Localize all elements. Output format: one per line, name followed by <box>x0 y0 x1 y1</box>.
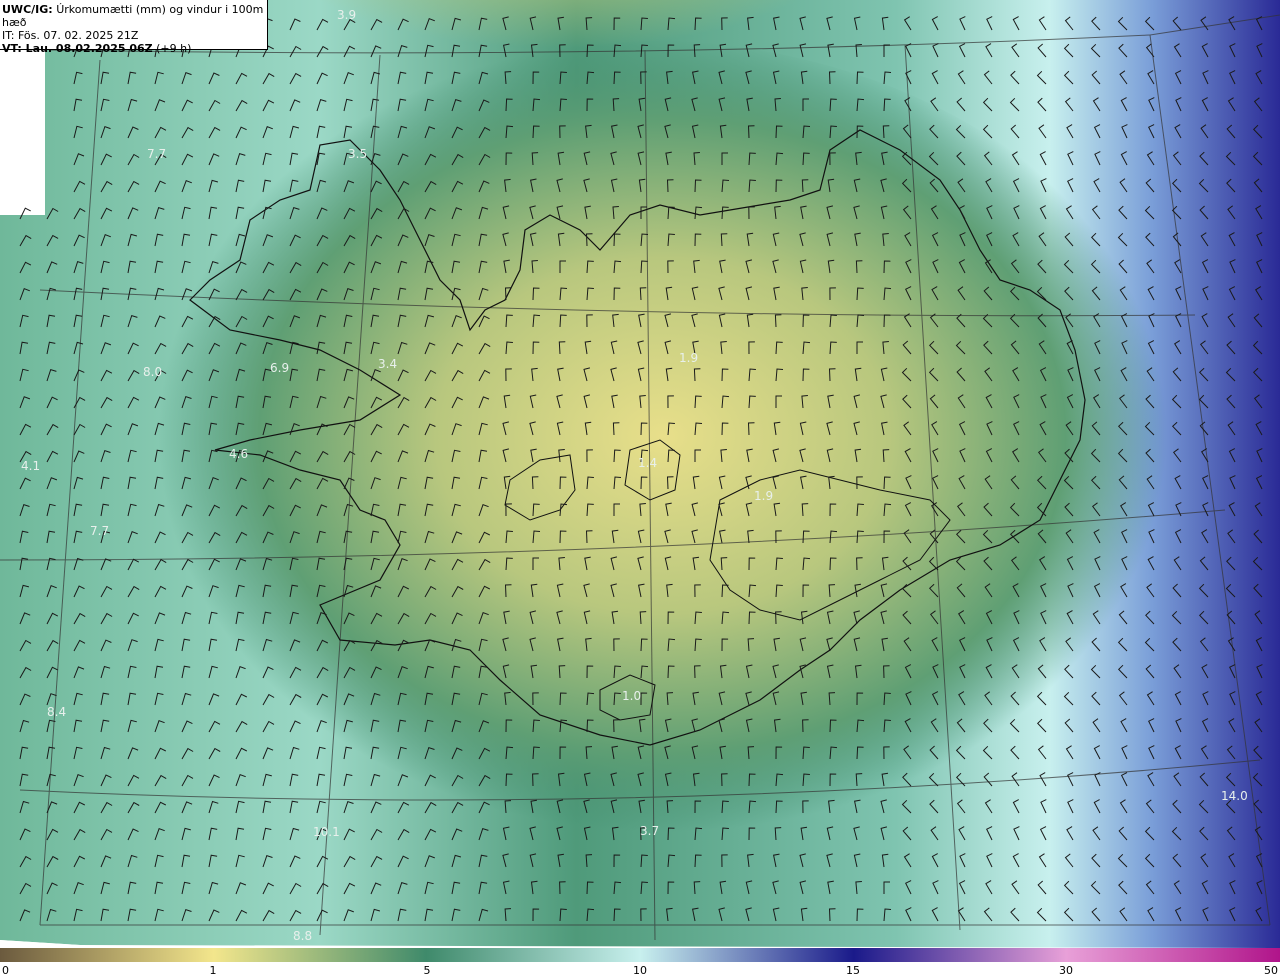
map-value-label: 3.7 <box>640 824 659 838</box>
valid-time-line: VT: Lau. 08.02.2025 06Z (+9 h) <box>2 42 267 55</box>
map-value-label: 1.9 <box>679 351 698 365</box>
map-value-label: 10.1 <box>313 825 340 839</box>
valid-time: VT: Lau. 08.02.2025 06Z <box>2 42 153 55</box>
map-value-label: 7.7 <box>147 147 166 161</box>
colorbar-tick: 15 <box>846 964 860 977</box>
map-value-label: 4.1 <box>21 459 40 473</box>
map-value-label: 1.9 <box>754 489 773 503</box>
map-value-label: 3.5 <box>348 147 367 161</box>
colorbar-tick: 1 <box>209 964 217 977</box>
map-value-label: 6.9 <box>270 361 289 375</box>
map-value-label: 4.6 <box>229 447 248 461</box>
map-value-label: 14.0 <box>1221 789 1248 803</box>
map-value-label: 8.4 <box>47 705 66 719</box>
map-value-label: 8.8 <box>293 929 312 943</box>
colorbar <box>0 948 1280 962</box>
map-value-label: 7.7 <box>90 524 109 538</box>
colorbar-tick: 50 <box>1264 964 1278 977</box>
forecast-offset: (+9 h) <box>156 42 192 55</box>
colorbar-tick: 10 <box>633 964 647 977</box>
map-value-label: 8.0 <box>143 365 162 379</box>
map-value-label: 3.4 <box>378 357 397 371</box>
init-time: IT: Fös. 07. 02. 2025 21Z <box>2 29 139 42</box>
colorbar-gradient <box>0 948 1280 962</box>
map-value-label: 1.4 <box>638 456 657 470</box>
precip-field-central <box>80 40 1200 920</box>
model-name: UWC/IG: <box>2 3 53 16</box>
header-title-line: UWC/IG: Úrkomumætti (mm) og vindur i 100… <box>2 3 267 29</box>
colorbar-labels: 0 1 5 10 15 30 50 <box>0 962 1280 978</box>
precipitation-wind-map: 3.9 7.7 3.5 8.0 6.9 3.4 4.1 4.6 7.7 1.9 … <box>0 0 1280 948</box>
map-value-label: 1.0 <box>622 689 641 703</box>
colorbar-tick: 30 <box>1059 964 1073 977</box>
colorbar-tick: 5 <box>423 964 431 977</box>
colorbar-tick: 0 <box>2 964 9 977</box>
map-value-label: 3.9 <box>337 8 356 22</box>
header-info-box: UWC/IG: Úrkomumætti (mm) og vindur i 100… <box>0 0 268 55</box>
